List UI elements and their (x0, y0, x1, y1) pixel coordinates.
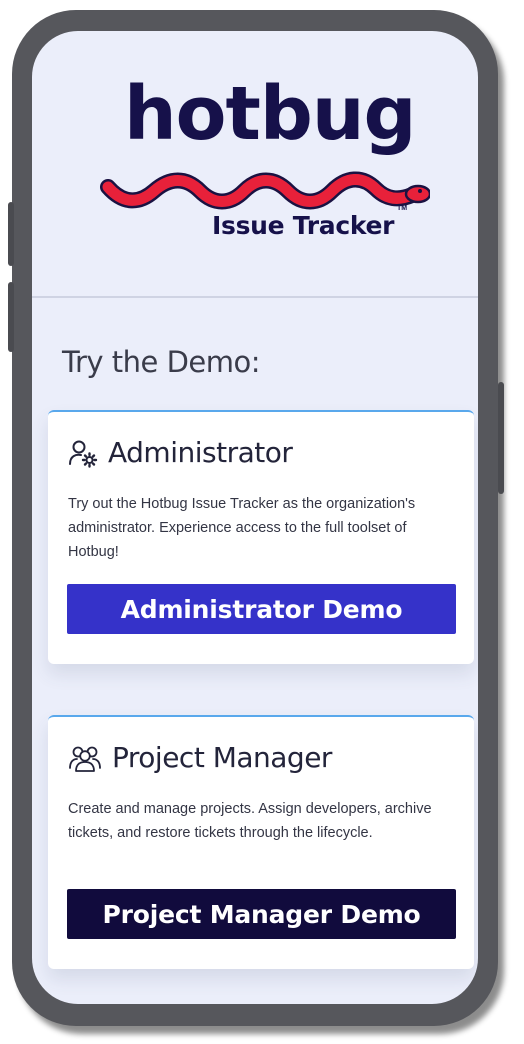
phone-screen: hotbug TM Issue Tracker Try the Demo: Ad… (32, 31, 478, 1004)
logo-wordmark: hotbug (124, 71, 417, 157)
administrator-demo-button[interactable]: Administrator Demo (67, 584, 456, 634)
card-description: Try out the Hotbug Issue Tracker as the … (68, 496, 416, 560)
card-description: Create and manage projects. Assign devel… (68, 801, 432, 841)
card-title-text: Administrator (108, 436, 293, 469)
demo-heading: Try the Demo: (62, 345, 261, 379)
user-gear-icon (69, 440, 98, 468)
phone-side-button (8, 202, 14, 266)
project-manager-demo-button[interactable]: Project Manager Demo (67, 889, 456, 939)
trademark-mark: TM (397, 205, 408, 212)
header-divider (32, 296, 478, 298)
project-manager-card: Project Manager Create and manage projec… (48, 715, 474, 969)
card-title: Administrator (68, 436, 293, 469)
phone-side-button (8, 282, 14, 352)
phone-frame: hotbug TM Issue Tracker Try the Demo: Ad… (8, 10, 504, 1026)
phone-side-button (498, 382, 504, 494)
users-group-icon (69, 746, 101, 772)
administrator-card: Administrator Try out the Hotbug Issue T… (48, 410, 474, 664)
card-title-text: Project Manager (112, 741, 332, 774)
card-title: Project Manager (68, 741, 332, 774)
logo-subtitle: Issue Tracker (212, 211, 395, 240)
hotbug-logo: hotbug TM Issue Tracker (32, 31, 478, 296)
